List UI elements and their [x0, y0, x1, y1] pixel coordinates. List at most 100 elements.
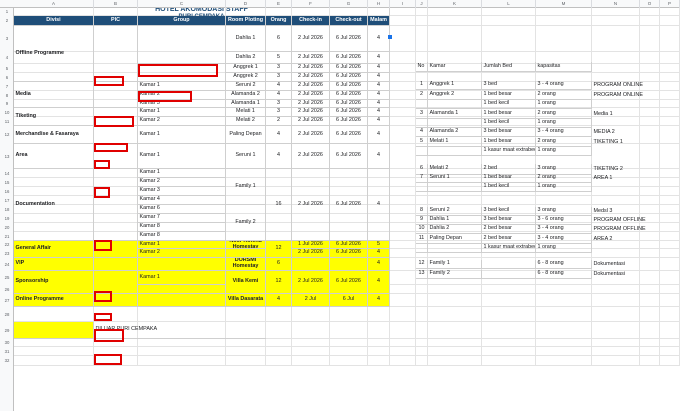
- rt-kapasitas-cell[interactable]: 1 orang: [536, 147, 592, 156]
- division-general-affair[interactable]: General Affair: [14, 241, 94, 258]
- malam-cell[interactable]: 4: [368, 169, 390, 241]
- group-cell[interactable]: Kamar 4: [138, 196, 226, 205]
- room-cell[interactable]: Villa Dasarata: [226, 294, 266, 307]
- rt-no-cell[interactable]: [416, 244, 428, 253]
- group-cell[interactable]: Kamar 3: [138, 187, 226, 196]
- room-cell[interactable]: Noor Rofena Homestay: [226, 241, 266, 249]
- empty-cell[interactable]: [266, 339, 292, 347]
- rt-kapasitas-cell[interactable]: 3 - 4 orang: [536, 128, 592, 137]
- rt-note-cell[interactable]: PROGRAM ONLINE: [592, 91, 652, 100]
- empty-cell[interactable]: [592, 307, 640, 322]
- empty-cell[interactable]: [640, 16, 660, 26]
- division-area[interactable]: Area: [14, 144, 94, 169]
- empty-cell[interactable]: [416, 8, 428, 16]
- empty-cell[interactable]: [266, 356, 292, 366]
- empty-cell[interactable]: [390, 196, 416, 205]
- group-cell[interactable]: Kamar 2: [138, 249, 226, 258]
- rt-kamar-cell[interactable]: Melati 1: [428, 138, 482, 147]
- empty-cell[interactable]: [390, 241, 416, 249]
- rt-kapasitas-cell[interactable]: 6 - 8 orang: [536, 260, 592, 269]
- header-malam[interactable]: Malam: [368, 16, 390, 26]
- rt-kamar-cell[interactable]: Anggrek 2: [428, 91, 482, 100]
- empty-cell[interactable]: [330, 347, 368, 356]
- empty-cell[interactable]: [368, 339, 390, 347]
- check-in-cell[interactable]: 1 Jul 2026: [292, 241, 330, 249]
- row-header[interactable]: 23: [0, 249, 14, 258]
- malam-cell[interactable]: 4: [368, 91, 390, 100]
- empty-cell[interactable]: [390, 178, 416, 187]
- empty-cell[interactable]: [390, 82, 416, 91]
- check-out-cell[interactable]: 6 Jul 2026: [330, 144, 368, 169]
- room-cell[interactable]: Anggrek 2: [226, 73, 266, 82]
- division-merchandise[interactable]: Merchandise & Fasaraya: [14, 126, 94, 144]
- rt-bed-cell[interactable]: 3 bed besar: [482, 216, 536, 225]
- empty-cell[interactable]: [640, 339, 660, 347]
- empty-cell[interactable]: [416, 196, 428, 205]
- empty-cell[interactable]: [660, 169, 680, 178]
- empty-cell[interactable]: [592, 52, 640, 64]
- check-in-cell[interactable]: 2 Jul 2026: [292, 117, 330, 126]
- rt-bed-cell[interactable]: 1 bed kecil: [482, 100, 536, 109]
- column-header-d[interactable]: D: [226, 0, 266, 8]
- division-offline-programme[interactable]: Offline Programme: [14, 26, 94, 82]
- empty-cell[interactable]: [390, 214, 416, 223]
- malam-cell[interactable]: 4: [368, 73, 390, 82]
- rt-kamar-cell[interactable]: [428, 244, 482, 253]
- rt-kamar-cell[interactable]: Anggrek 1: [428, 81, 482, 90]
- empty-cell[interactable]: [660, 16, 680, 26]
- room-cell[interactable]: Dahlia 1: [226, 26, 266, 52]
- orang-cell[interactable]: 4: [266, 294, 292, 307]
- empty-cell[interactable]: [660, 8, 680, 16]
- empty-cell[interactable]: [592, 339, 640, 347]
- header-group[interactable]: Group: [138, 16, 226, 26]
- empty-cell[interactable]: [390, 258, 416, 271]
- empty-cell[interactable]: [592, 347, 640, 356]
- orang-cell[interactable]: 3: [266, 100, 292, 108]
- empty-cell[interactable]: [660, 285, 680, 294]
- empty-cell[interactable]: [640, 356, 660, 366]
- orang-cell[interactable]: 12: [266, 271, 292, 294]
- room-cell[interactable]: DORSMI Homestay: [226, 258, 266, 271]
- check-out-cell[interactable]: 6 Jul 2026: [330, 126, 368, 144]
- empty-cell[interactable]: [390, 16, 416, 26]
- rt-no-cell[interactable]: 9: [416, 216, 428, 225]
- rt-no-cell[interactable]: [416, 147, 428, 156]
- empty-cell[interactable]: [416, 285, 428, 294]
- empty-cell[interactable]: [390, 26, 416, 52]
- rt-note-cell[interactable]: [592, 183, 652, 192]
- rt-no-cell[interactable]: [416, 119, 428, 128]
- pic-cell[interactable]: [94, 126, 138, 144]
- header-check-in[interactable]: Check-in: [292, 16, 330, 26]
- empty-cell[interactable]: [592, 64, 640, 73]
- header-orang[interactable]: Orang: [266, 16, 292, 26]
- rt-bed-cell[interactable]: 1 bed besar: [482, 174, 536, 183]
- column-header-j[interactable]: J: [416, 0, 428, 8]
- room-cell[interactable]: Melati 2: [226, 117, 266, 126]
- empty-cell[interactable]: [14, 356, 94, 366]
- empty-cell[interactable]: [660, 232, 680, 241]
- empty-cell[interactable]: [592, 356, 640, 366]
- rt-bed-cell[interactable]: 1 bed kecil: [482, 119, 536, 128]
- rt-no-cell[interactable]: [416, 183, 428, 192]
- empty-cell[interactable]: [660, 126, 680, 144]
- check-in-cell[interactable]: 2 Jul 2026: [292, 52, 330, 64]
- rt-kamar-cell[interactable]: Family 1: [428, 260, 482, 269]
- column-header-o[interactable]: O: [640, 0, 660, 8]
- empty-cell[interactable]: [592, 322, 640, 339]
- empty-cell[interactable]: [482, 285, 536, 294]
- empty-cell[interactable]: [660, 117, 680, 126]
- check-in-cell[interactable]: 2 Jul 2026: [292, 26, 330, 52]
- empty-cell[interactable]: [292, 307, 330, 322]
- malam-cell[interactable]: 4: [368, 108, 390, 117]
- rt-kapasitas-cell[interactable]: 3 - 4 orang: [536, 81, 592, 90]
- rt-bed-cell[interactable]: [482, 260, 536, 269]
- empty-cell[interactable]: [390, 322, 416, 339]
- check-in-cell[interactable]: 2 Jul 2026: [292, 144, 330, 169]
- empty-cell[interactable]: [416, 322, 428, 339]
- division-documentation[interactable]: Documentation: [14, 169, 94, 241]
- rt-header-kapasitas[interactable]: kapasitas: [536, 62, 592, 72]
- orang-cell[interactable]: 5: [266, 52, 292, 64]
- column-header-f[interactable]: F: [292, 0, 330, 8]
- rt-bed-cell[interactable]: 2 bed besar: [482, 235, 536, 244]
- empty-cell[interactable]: [640, 347, 660, 356]
